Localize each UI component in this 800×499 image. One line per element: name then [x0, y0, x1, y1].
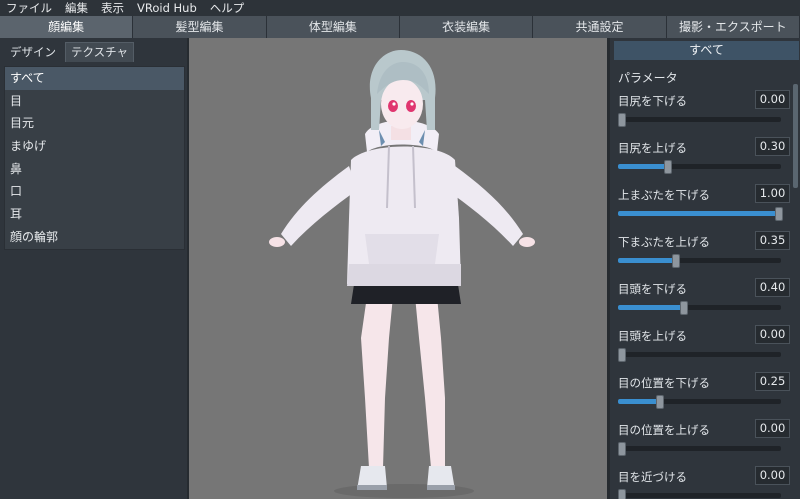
slider-handle[interactable]	[655, 395, 664, 409]
slider-handle[interactable]	[618, 348, 627, 362]
main-tab[interactable]: 髪型編集	[133, 16, 267, 38]
legs	[361, 296, 445, 468]
parameter-slider[interactable]	[618, 489, 781, 499]
category-item[interactable]: 目	[5, 90, 184, 113]
sub-tab[interactable]: テクスチャ	[65, 42, 135, 62]
main-tab[interactable]: 共通設定	[533, 16, 667, 38]
parameter-value-input[interactable]: 0.00	[755, 466, 790, 485]
parameter-value-input[interactable]: 0.00	[755, 419, 790, 438]
face	[381, 79, 423, 129]
category-item[interactable]: 耳	[5, 203, 184, 226]
slider-handle[interactable]	[774, 207, 783, 221]
menu-item[interactable]: ファイル	[0, 0, 59, 16]
slider-fill	[618, 305, 684, 310]
main-tab[interactable]: 撮影・エクスポート	[666, 16, 800, 38]
category-item[interactable]: 鼻	[5, 158, 184, 181]
category-item[interactable]: 目元	[5, 112, 184, 135]
parameter-row: 目尻を下げる 0.00	[618, 88, 790, 135]
parameters-title: パラメータ	[618, 71, 678, 85]
parameter-label: 下まぶたを上げる	[618, 235, 710, 249]
parameter-slider[interactable]	[618, 254, 781, 268]
parameter-value-input[interactable]: 1.00	[755, 184, 790, 203]
parameter-slider[interactable]	[618, 113, 781, 127]
parameter-value-input[interactable]: 0.25	[755, 372, 790, 391]
left-panel: デザイン テクスチャ すべて目目元 まゆげ鼻口耳顔の輪郭	[0, 38, 189, 499]
parameter-row: 目尻を上げる 0.30	[618, 135, 790, 182]
parameter-slider[interactable]	[618, 348, 781, 362]
parameter-slider[interactable]	[618, 301, 781, 315]
parameter-slider[interactable]	[618, 442, 781, 456]
menu-item[interactable]: 表示	[95, 0, 131, 16]
category-item[interactable]: すべて	[5, 67, 184, 90]
parameter-label: 目頭を下げる	[618, 282, 687, 296]
parameter-slider[interactable]	[618, 395, 781, 409]
parameter-row: 上まぶたを下げる 1.00	[618, 182, 790, 229]
slider-fill	[618, 258, 676, 263]
menu-item[interactable]: 編集	[59, 0, 95, 16]
parameter-label: 目の位置を上げる	[618, 423, 710, 437]
slider-fill	[618, 399, 659, 404]
all-header[interactable]: すべて	[614, 41, 799, 60]
category-item[interactable]: 口	[5, 180, 184, 203]
sub-tab-bar: デザイン テクスチャ	[0, 38, 187, 62]
parameter-label: 目頭を上げる	[618, 329, 687, 343]
parameter-row: 目を近づける 0.00	[618, 464, 790, 499]
slider-handle[interactable]	[618, 442, 627, 456]
avatar-model[interactable]	[189, 38, 607, 499]
slider-fill	[618, 211, 781, 216]
category-list: すべて目目元 まゆげ鼻口耳顔の輪郭	[4, 66, 185, 250]
parameter-label: 上まぶたを下げる	[618, 188, 710, 202]
parameter-slider[interactable]	[618, 160, 781, 174]
parameter-row: 目の位置を下げる 0.25	[618, 370, 790, 417]
parameter-label: 目を近づける	[618, 470, 687, 484]
parameter-row: 下まぶたを上げる 0.35	[618, 229, 790, 276]
slider-handle[interactable]	[618, 113, 627, 127]
slider-handle[interactable]	[672, 254, 681, 268]
category-item[interactable]: まゆげ	[5, 135, 184, 158]
parameter-value-input[interactable]: 0.00	[755, 90, 790, 109]
parameter-list: 目尻を下げる 0.00 目尻を上げる 0.30 上まぶたを下げる 1.00 下まぶたを上げる…	[618, 88, 790, 499]
slider-handle[interactable]	[618, 489, 627, 499]
parameter-value-input[interactable]: 0.30	[755, 137, 790, 156]
parameter-row: 目の位置を上げる 0.00	[618, 417, 790, 464]
category-item[interactable]: 顔の輪郭	[5, 226, 184, 249]
parameter-label: 目尻を下げる	[618, 94, 687, 108]
main-tab[interactable]: 衣装編集	[399, 16, 534, 38]
parameter-slider[interactable]	[618, 207, 783, 221]
slider-handle[interactable]	[663, 160, 672, 174]
parameter-row: 目頭を下げる 0.40	[618, 276, 790, 323]
main-tab[interactable]: 顔編集	[0, 16, 134, 38]
sub-tab[interactable]: デザイン	[4, 42, 62, 62]
parameter-row: 目頭を上げる 0.00	[618, 323, 790, 370]
right-panel: すべて パラメータ 目尻を下げる 0.00 目尻を上げる 0.30 上まぶたを下げる 1.…	[607, 38, 800, 499]
menu-item[interactable]: ヘルプ	[204, 0, 252, 16]
slider-fill	[618, 164, 667, 169]
parameter-label: 目尻を上げる	[618, 141, 687, 155]
main-tab[interactable]: 体型編集	[266, 16, 400, 38]
parameter-value-input[interactable]: 0.35	[755, 231, 790, 250]
main-tab-bar: 顔編集 髪型編集 体型編集 衣装編集 共通設定 撮影・エクスポート	[0, 16, 800, 38]
parameter-label: 目の位置を下げる	[618, 376, 710, 390]
scrollbar-thumb[interactable]	[793, 84, 798, 188]
slider-handle[interactable]	[680, 301, 689, 315]
parameter-value-input[interactable]: 0.40	[755, 278, 790, 297]
menu-bar: ファイル 編集 表示 VRoid Hub ヘルプ	[0, 0, 800, 16]
parameter-value-input[interactable]: 0.00	[755, 325, 790, 344]
model-viewport[interactable]	[189, 38, 607, 499]
menu-item[interactable]: VRoid Hub	[131, 0, 204, 16]
